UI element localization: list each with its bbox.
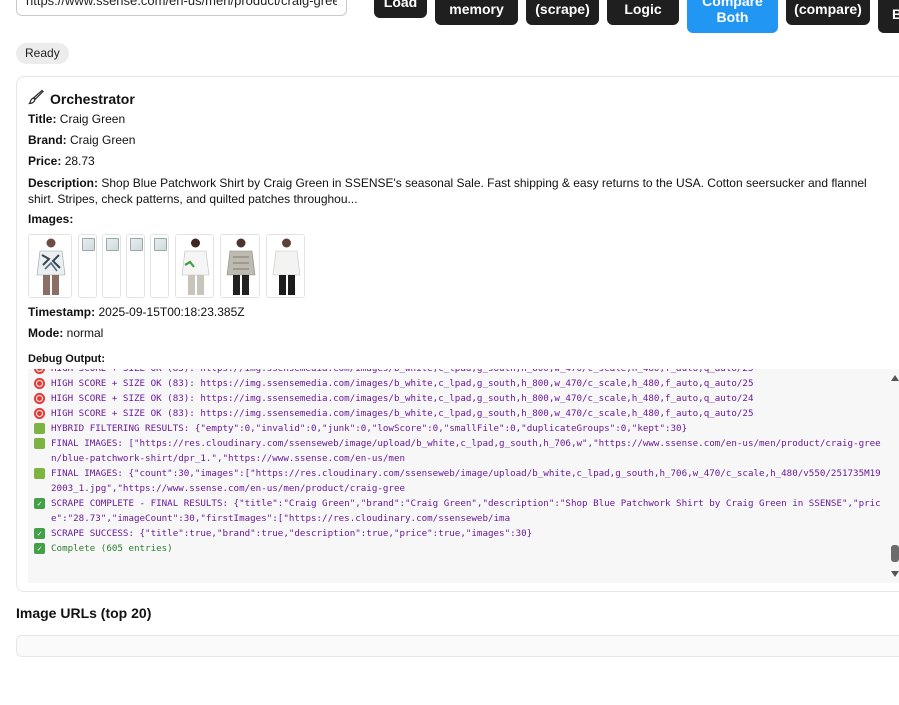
compare-both-line1: Compare: [702, 0, 763, 9]
brand-value: Craig Green: [70, 133, 136, 147]
title-field: Title: Craig Green: [28, 112, 125, 126]
image-urls-heading: Image URLs (top 20): [16, 605, 152, 621]
title-value: Craig Green: [59, 112, 126, 126]
compare-button-label: (compare): [794, 1, 862, 17]
logic-button-label: Logic: [624, 1, 662, 17]
paintbrush-icon: [27, 89, 44, 108]
debug-log-text: FINAL IMAGES: {"count":30,"images":["htt…: [51, 468, 881, 494]
debug-log-line: FINAL IMAGES: {"count":30,"images":["htt…: [34, 466, 882, 496]
debug-log-text: HIGH SCORE + SIZE OK (83): https://img.s…: [51, 369, 753, 376]
compare-both-line2: Both: [716, 9, 749, 25]
images-label-row: Images:: [28, 212, 73, 226]
debug-output-panel[interactable]: HIGH SCORE + SIZE OK (83): https://img.s…: [28, 369, 899, 583]
checkmark-icon: ✓: [34, 498, 45, 509]
thumbnail-image[interactable]: [220, 234, 260, 298]
scroll-up-icon[interactable]: [891, 375, 899, 381]
debug-log-line: FINAL IMAGES: ["https://res.cloudinary.c…: [34, 436, 882, 466]
thumbnail-image-broken[interactable]: [150, 234, 169, 298]
thumbnail-image[interactable]: [266, 234, 305, 298]
status-badge: Ready: [16, 43, 69, 64]
debug-log-line: HYBRID FILTERING RESULTS: {"empty":0,"in…: [34, 421, 882, 436]
thumbnail-image-broken[interactable]: [78, 234, 97, 298]
load-button[interactable]: Load: [374, 0, 427, 18]
debug-log-line: ✓ Complete (605 entries): [34, 541, 882, 556]
debug-log-line: HIGH SCORE + SIZE OK (83): https://img.s…: [34, 406, 882, 421]
mode-value: normal: [66, 326, 104, 340]
mode-label: Mode:: [28, 326, 64, 340]
price-field: Price: 28.73: [28, 154, 95, 168]
description-value: Shop Blue Patchwork Shirt by Craig Green…: [28, 176, 867, 206]
memory-button-label: memory: [449, 1, 504, 17]
target-icon: [34, 393, 45, 404]
image-urls-panel: [16, 635, 899, 657]
thumbnail-image[interactable]: [28, 234, 72, 298]
orchestrator-title: Orchestrator: [50, 90, 135, 107]
scroll-down-icon[interactable]: [891, 571, 899, 577]
debug-log-text: HIGH SCORE + SIZE OK (83): https://img.s…: [51, 408, 754, 419]
debug-output-label: Debug Output:: [28, 353, 105, 365]
cut-off-button-label: B: [892, 6, 899, 22]
url-input[interactable]: [16, 0, 347, 16]
orchestrator-card: Orchestrator Title: Craig Green Brand: C…: [16, 76, 899, 592]
debug-log-text: HIGH SCORE + SIZE OK (83): https://img.s…: [51, 393, 754, 404]
picture-icon: [34, 423, 45, 434]
title-label: Title:: [28, 112, 57, 126]
target-icon: [34, 369, 45, 374]
debug-log-text: Complete (605 entries): [51, 543, 173, 554]
scrape-button[interactable]: (scrape): [526, 0, 599, 25]
logic-button[interactable]: Logic: [607, 0, 679, 25]
description-label: Description:: [28, 176, 99, 190]
checkmark-icon: ✓: [34, 528, 45, 539]
description-field: Description: Shop Blue Patchwork Shirt b…: [28, 175, 888, 207]
mode-field: Mode: normal: [28, 326, 103, 340]
debug-log: HIGH SCORE + SIZE OK (83): https://img.s…: [34, 369, 882, 556]
checkmark-icon: ✓: [34, 543, 45, 554]
debug-log-line: HIGH SCORE + SIZE OK (83): https://img.s…: [34, 369, 882, 376]
cut-off-button[interactable]: B: [878, 0, 899, 33]
compare-both-button[interactable]: Compare Both: [687, 0, 778, 33]
scrape-button-label: (scrape): [535, 1, 590, 17]
debug-log-text: SCRAPE COMPLETE - FINAL RESULTS: {"title…: [51, 498, 881, 524]
debug-scrollbar[interactable]: [888, 369, 899, 583]
thumbnail-image[interactable]: [175, 234, 214, 298]
orchestrator-heading: Orchestrator: [27, 89, 135, 108]
scrollbar-thumb[interactable]: [891, 545, 899, 562]
debug-log-text: FINAL IMAGES: ["https://res.cloudinary.c…: [51, 438, 881, 464]
debug-log-text: HIGH SCORE + SIZE OK (83): https://img.s…: [51, 378, 754, 389]
timestamp-label: Timestamp:: [28, 305, 96, 319]
debug-log-line: HIGH SCORE + SIZE OK (83): https://img.s…: [34, 376, 882, 391]
price-label: Price:: [28, 154, 62, 168]
target-icon: [34, 378, 45, 389]
thumbnail-image-broken[interactable]: [102, 234, 121, 298]
debug-log-line: HIGH SCORE + SIZE OK (83): https://img.s…: [34, 391, 882, 406]
images-label: Images:: [28, 212, 74, 226]
target-icon: [34, 408, 45, 419]
thumbnail-image-broken[interactable]: [126, 234, 145, 298]
debug-log-text: HYBRID FILTERING RESULTS: {"empty":0,"in…: [51, 423, 688, 434]
brand-field: Brand: Craig Green: [28, 133, 135, 147]
brand-label: Brand:: [28, 133, 67, 147]
debug-log-line: ✓ SCRAPE SUCCESS: {"title":true,"brand":t…: [34, 526, 882, 541]
timestamp-value: 2025-09-15T00:18:23.385Z: [98, 305, 245, 319]
timestamp-field: Timestamp: 2025-09-15T00:18:23.385Z: [28, 305, 245, 319]
picture-icon: [34, 468, 45, 479]
picture-icon: [34, 438, 45, 449]
price-value: 28.73: [64, 154, 95, 168]
debug-log-text: SCRAPE SUCCESS: {"title":true,"brand":tr…: [51, 528, 533, 539]
load-button-label: Load: [383, 0, 418, 10]
debug-log-line: ✓ SCRAPE COMPLETE - FINAL RESULTS: {"titl…: [34, 496, 882, 526]
compare-button[interactable]: (compare): [786, 0, 870, 25]
memory-button[interactable]: memory: [435, 0, 518, 25]
